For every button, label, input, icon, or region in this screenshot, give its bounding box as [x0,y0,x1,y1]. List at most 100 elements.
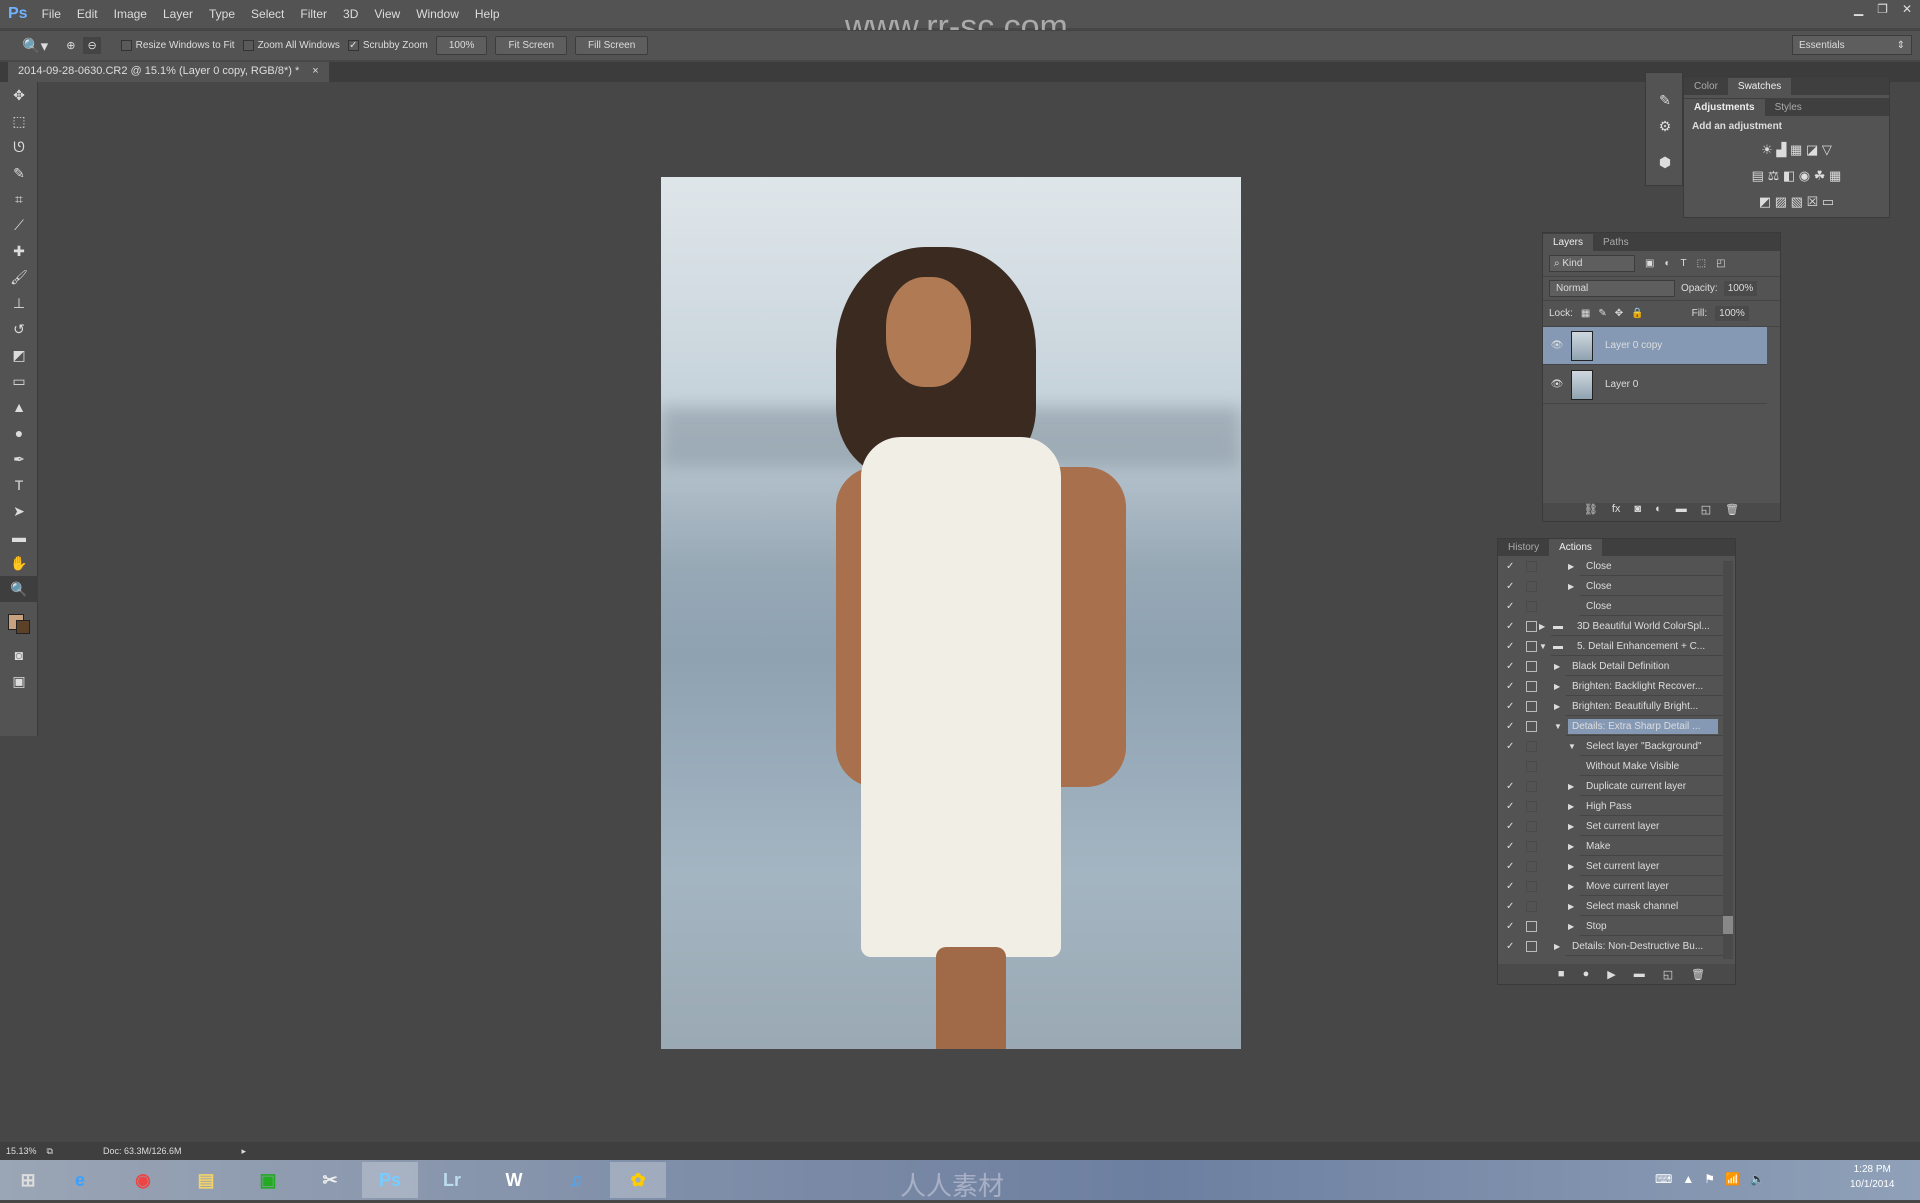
action-item[interactable]: ✓ ▶ Details: Non-Destructive Bu... [1498,936,1723,956]
curves-icon[interactable]: ▦ [1790,142,1802,157]
workspace-dropdown[interactable]: Essentials ⇕ [1792,35,1912,55]
menu-view[interactable]: View [374,7,400,21]
zoom-tool-icon[interactable]: 🔍▾ [22,37,48,55]
clock[interactable]: 1:28 PM 10/1/2014 [1850,1164,1895,1190]
action-item[interactable]: ✓ Close [1498,596,1723,616]
expand-arrow-icon[interactable]: ▶ [1568,862,1574,871]
network-icon[interactable]: 📶 [1725,1172,1740,1186]
new-set-icon[interactable]: ▬ [1634,968,1645,980]
layer-row[interactable]: 👁 Layer 0 copy [1543,327,1767,365]
quick-selection-tool-icon[interactable]: ✎ [0,160,38,186]
dialog-toggle-icon[interactable] [1526,760,1537,772]
levels-icon[interactable]: ▟ [1776,142,1786,157]
menu-filter[interactable]: Filter [300,7,327,21]
expand-arrow-icon[interactable]: ▼ [1539,642,1547,651]
action-item[interactable]: ✓ ▶ Set current layer [1498,856,1723,876]
fill-screen-button[interactable]: Fill Screen [575,36,649,55]
dialog-toggle-icon[interactable] [1526,740,1537,752]
rectangle-tool-icon[interactable]: ▬ [0,524,38,550]
lock-transparent-icon[interactable]: ▦ [1581,308,1590,319]
link-layers-icon[interactable]: ⛓ [1584,503,1598,521]
brush-presets-icon[interactable]: ✎ [1646,87,1684,113]
move-tool-icon[interactable]: ✥ [0,82,38,108]
3d-cube-icon[interactable]: ⬢ [1646,149,1684,175]
dialog-toggle-icon[interactable] [1526,940,1537,952]
volume-icon[interactable]: 🔈 [1750,1172,1765,1186]
tab-history[interactable]: History [1498,539,1549,556]
expand-arrow-icon[interactable]: ▶ [1568,822,1574,831]
dialog-toggle-icon[interactable] [1526,800,1537,812]
toggle-check-icon[interactable]: ✓ [1506,821,1514,832]
black-white-icon[interactable]: ◧ [1783,168,1795,183]
menu-type[interactable]: Type [209,7,235,21]
new-action-icon[interactable]: ◱ [1663,968,1673,981]
channel-mixer-icon[interactable]: ☘ [1814,168,1826,183]
dodge-tool-icon[interactable]: ● [0,420,38,446]
action-item[interactable]: ✓ ▶ Brighten: Beautifully Bright... [1498,696,1723,716]
tab-styles[interactable]: Styles [1765,99,1812,116]
opacity-input[interactable]: 100% [1723,281,1758,296]
close-tab-icon[interactable]: × [312,65,318,77]
zoom-tool-active-icon[interactable]: 🔍 [0,576,38,602]
internet-explorer-icon[interactable]: e [52,1162,108,1198]
expand-arrow-icon[interactable]: ▶ [1568,582,1574,591]
menu-image[interactable]: Image [114,7,147,21]
toggle-check-icon[interactable]: ✓ [1506,641,1514,652]
delete-layer-icon[interactable]: 🗑 [1725,503,1739,521]
expand-arrow-icon[interactable]: ▶ [1568,902,1574,911]
blur-tool-icon[interactable]: ▲ [0,394,38,420]
dialog-toggle-icon[interactable] [1526,880,1537,892]
dialog-toggle-icon[interactable] [1526,900,1537,912]
expand-arrow-icon[interactable]: ▶ [1568,922,1574,931]
gradient-map-icon[interactable]: ▭ [1822,194,1834,209]
dialog-toggle-icon[interactable] [1526,660,1537,672]
toggle-check-icon[interactable]: ✓ [1506,881,1514,892]
vibrance-icon[interactable]: ▽ [1822,142,1832,157]
dialog-toggle-icon[interactable] [1526,780,1537,792]
scrubby-zoom-checkbox[interactable]: ✓ Scrubby Zoom [347,40,428,51]
delete-action-icon[interactable]: 🗑 [1691,968,1705,981]
fx-icon[interactable]: fx [1612,503,1621,521]
expand-arrow-icon[interactable]: ▶ [1568,562,1574,571]
toggle-check-icon[interactable]: ✓ [1506,601,1514,612]
dialog-toggle-icon[interactable] [1526,680,1537,692]
exposure-icon[interactable]: ◪ [1806,142,1818,157]
menu-file[interactable]: File [42,7,61,21]
tab-color[interactable]: Color [1684,78,1728,95]
expand-arrow-icon[interactable]: ▼ [1568,742,1576,751]
document-tab[interactable]: 2014-09-28-0630.CR2 @ 15.1% (Layer 0 cop… [8,62,329,82]
keyboard-icon[interactable]: ⌨ [1655,1172,1672,1186]
expand-arrow-icon[interactable]: ▶ [1568,802,1574,811]
status-menu-arrow-icon[interactable]: ▸ [242,1146,247,1157]
toggle-check-icon[interactable]: ✓ [1506,661,1514,672]
dialog-toggle-icon[interactable] [1526,820,1537,832]
layer-name[interactable]: Layer 0 [1605,379,1638,390]
action-item[interactable]: ✓ ▶ High Pass [1498,796,1723,816]
hand-tool-icon[interactable]: ✋ [0,550,38,576]
dialog-toggle-icon[interactable] [1526,860,1537,872]
dialog-toggle-icon[interactable] [1526,560,1537,572]
menu-3d[interactable]: 3D [343,7,358,21]
actual-pixels-button[interactable]: 100% [435,36,488,55]
invert-icon[interactable]: ◩ [1759,194,1771,209]
blend-mode-dropdown[interactable]: Normal [1549,280,1675,297]
toggle-check-icon[interactable]: ✓ [1506,841,1514,852]
toggle-check-icon[interactable]: ✓ [1506,861,1514,872]
app-flower-icon[interactable]: ✿ [610,1162,666,1198]
actions-scrollbar[interactable] [1723,561,1733,959]
menu-edit[interactable]: Edit [77,7,98,21]
pen-tool-icon[interactable]: ✒ [0,446,38,472]
expand-arrow-icon[interactable]: ▶ [1568,842,1574,851]
minimize-icon[interactable]: ▁ [1854,2,1863,16]
quick-mask-icon[interactable]: ◙ [0,642,38,668]
record-icon[interactable]: ● [1583,968,1590,980]
toggle-check-icon[interactable]: ✓ [1506,741,1514,752]
stop-icon[interactable]: ■ [1558,968,1565,980]
action-item[interactable]: ✓ ▶ ▬ 3D Beautiful World ColorSpl... [1498,616,1723,636]
dialog-toggle-icon[interactable] [1526,700,1537,712]
action-item[interactable]: ✓ ▼ ▬ 5. Detail Enhancement + C... [1498,636,1723,656]
toggle-check-icon[interactable]: ✓ [1506,781,1514,792]
action-item[interactable]: ✓ ▶ Close [1498,576,1723,596]
toggle-check-icon[interactable]: ✓ [1506,721,1514,732]
action-item[interactable]: ✓ ▶ Stop [1498,916,1723,936]
